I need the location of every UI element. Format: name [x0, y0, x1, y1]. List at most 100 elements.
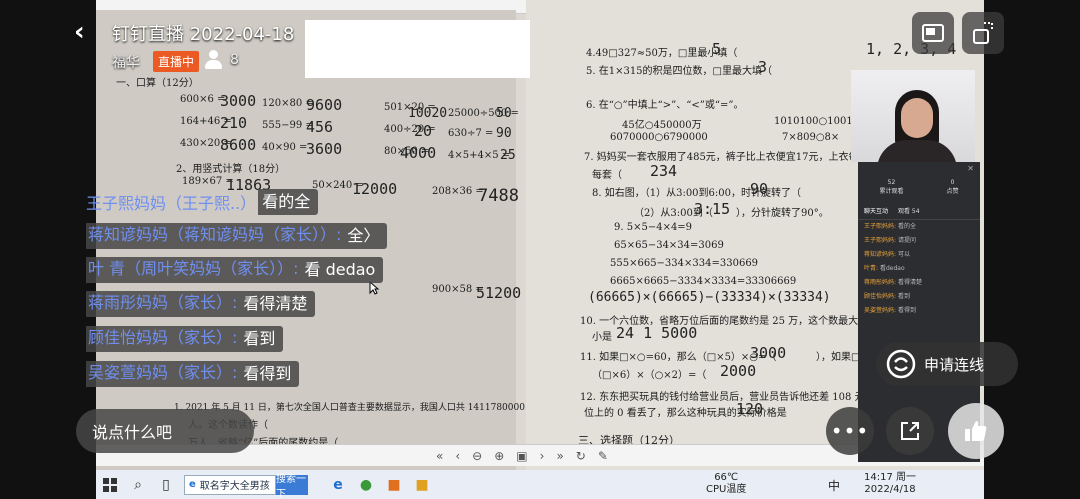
chat-sender: 蒋雨彤妈妈（家长）: [86, 291, 240, 317]
search-icon[interactable]: ⌕ [124, 470, 152, 499]
chat-message: 蒋雨彤妈妈（家长）: 看得清楚 [86, 291, 316, 317]
chat-text: 看到 [239, 326, 284, 352]
app-icon[interactable]: ■ [380, 470, 408, 499]
chat-sender: 吴姿萱妈妈（家长）: [86, 361, 240, 387]
paper-text: 小是 [592, 332, 612, 343]
link-icon [886, 349, 916, 379]
windows-start-icon[interactable] [96, 470, 124, 499]
paper-text: 555×665−334×334=330669 [610, 258, 759, 269]
chat-text: 看得清楚 [239, 291, 316, 317]
taskbar-search-button[interactable]: 搜索一下 [276, 474, 308, 499]
rotate-icon[interactable]: ↻ [576, 449, 586, 463]
chat-text: 看得到 [239, 361, 300, 387]
rotate-screen-button[interactable] [962, 12, 1004, 54]
tab-chat[interactable]: 聊天互动 [864, 206, 888, 215]
mouse-cursor-icon [369, 281, 379, 295]
chat-message: 吴姿萱妈妈（家长）: 看得到 [86, 361, 300, 387]
paper-text: 208×36 = [432, 186, 484, 197]
fit-icon[interactable]: ▣ [516, 449, 527, 463]
handwriting: 5 [712, 40, 722, 58]
ime-indicator[interactable]: 中 [828, 477, 840, 494]
handwriting: 4000 [400, 144, 437, 162]
list-item: 王子熙妈妈: 请提问 [864, 237, 916, 244]
handwriting: 8600 [220, 136, 257, 154]
tab-viewers[interactable]: 观看 54 [898, 206, 920, 215]
paper-text: 8. 如右图，（1）从3:00到6:00，时针旋转了（ [592, 188, 801, 199]
handwriting: 3600 [306, 140, 343, 158]
handwriting: 51200 [476, 284, 522, 302]
teacher-camera [851, 70, 975, 162]
stat-views: 52 累计观看 [879, 179, 904, 195]
chat-text: 看的全 [258, 189, 319, 215]
list-item: 蒋雨彤妈妈: 看得清楚 [864, 279, 922, 286]
paper-text: 每套（ [592, 170, 622, 181]
paper-text: （□×6）×（○×2）=（ [592, 370, 707, 381]
handwriting: 24 1 5000 [616, 324, 698, 342]
paper-text: ），分针旋转了90°。 [736, 208, 829, 219]
back-icon[interactable]: ‹ [455, 449, 460, 463]
paper-text: 6665×6665−3334×3334=33306669 [610, 276, 797, 287]
rotate-screen-icon [973, 22, 993, 44]
chat-message: 王子熙妈妈（王子熙..） 看的全 [86, 189, 319, 215]
handwriting: 20 [414, 122, 433, 140]
taskbar-search-input[interactable]: e 取名字大全男孩 [184, 474, 276, 495]
chat-message: 蒋知谚妈妈（蒋知谚妈妈（家长））: 全〉 [86, 223, 388, 249]
chat-text: 全〉 [343, 223, 388, 249]
paper-text: 65×65−34×34=3069 [614, 240, 724, 251]
paper-text: 45亿○450000万 [622, 120, 702, 131]
share-button[interactable] [886, 407, 934, 455]
apply-link-button[interactable]: 申请连线 [876, 342, 1018, 386]
edge-icon[interactable]: e [324, 470, 352, 499]
share-icon [901, 422, 919, 440]
list-item: 王子熙妈妈: 看的全 [864, 223, 916, 230]
handwriting: 50 [496, 106, 512, 121]
taskbar-clock[interactable]: 14:17 周一 2022/4/18 [864, 472, 916, 496]
browser-icon[interactable]: ● [352, 470, 380, 499]
viewer-count: 8 [230, 52, 239, 68]
windows-taskbar: ⌕ ▯ e 取名字大全男孩 搜索一下 e ● ■ ■ 66℃ CPU温度 中 14:… [96, 470, 984, 499]
chat-sender: 王子熙妈妈（王子熙..） [86, 194, 257, 213]
list-item: 叶青: 看dedao [864, 265, 905, 272]
comment-input[interactable]: 说点什么吧 [76, 409, 254, 453]
chat-message: 叶 青（周叶笑妈妈（家长））: 看 dedao [86, 257, 384, 283]
zoom-in-icon[interactable]: ⊕ [494, 449, 504, 463]
handwriting: 3000 [750, 344, 787, 362]
ie-icon: e [189, 479, 196, 490]
chat-sender: 顾佳怡妈妈（家长）: [86, 326, 240, 352]
handwriting: 456 [306, 118, 334, 136]
back-icon[interactable]: ‹ [74, 18, 98, 46]
stat-likes: 0 点赞 [946, 179, 959, 195]
cpu-temp: 66℃ CPU温度 [706, 472, 747, 495]
forward-icon[interactable]: › [540, 449, 545, 463]
picture-in-picture-button[interactable] [912, 12, 954, 54]
handwriting: 120 [736, 400, 764, 418]
handwriting: 90 [750, 180, 769, 198]
handwriting: 234 [650, 162, 678, 180]
paper-text: 6. 在“○”中填上“>”、“<”或“=”。 [586, 100, 744, 111]
edit-icon[interactable]: ✎ [598, 449, 608, 463]
live-stream-stage: 一、口算（12分） 600×6 = 164+46 = 430×20 = 120×… [0, 0, 1080, 499]
prev-icon[interactable]: « [436, 449, 443, 463]
handwriting: 25 [500, 148, 516, 163]
handwriting: 7488 [478, 186, 519, 206]
chat-sender: 叶 青（周叶笑妈妈（家长））: [86, 257, 301, 283]
task-view-icon[interactable]: ▯ [152, 470, 180, 499]
handwriting: 10020 [408, 106, 448, 121]
close-icon[interactable]: ✕ [967, 164, 974, 173]
overlay-panel [305, 20, 530, 78]
chat-sender: 蒋知谚妈妈（蒋知谚妈妈（家长））: [86, 223, 344, 249]
viewer-count-icon [204, 48, 222, 70]
live-badge: 直播中 [153, 51, 200, 72]
app-icon[interactable]: ■ [408, 470, 436, 499]
handwriting: 3 [758, 58, 768, 76]
like-button[interactable] [948, 403, 1004, 459]
next-icon[interactable]: » [556, 449, 563, 463]
zoom-out-icon[interactable]: ⊖ [472, 449, 482, 463]
live-title: 钉钉直播 2022-04-18 [112, 24, 295, 45]
handwriting: 210 [220, 114, 248, 132]
apply-link-label: 申请连线 [924, 355, 985, 374]
picture-in-picture-icon [922, 24, 944, 42]
paper-text: 12. 东东把买玩具的钱付给营业员后，营业员告诉他还差 108 元， [580, 392, 875, 403]
more-button[interactable]: ••• [826, 407, 874, 455]
handwriting: 90 [496, 126, 512, 141]
